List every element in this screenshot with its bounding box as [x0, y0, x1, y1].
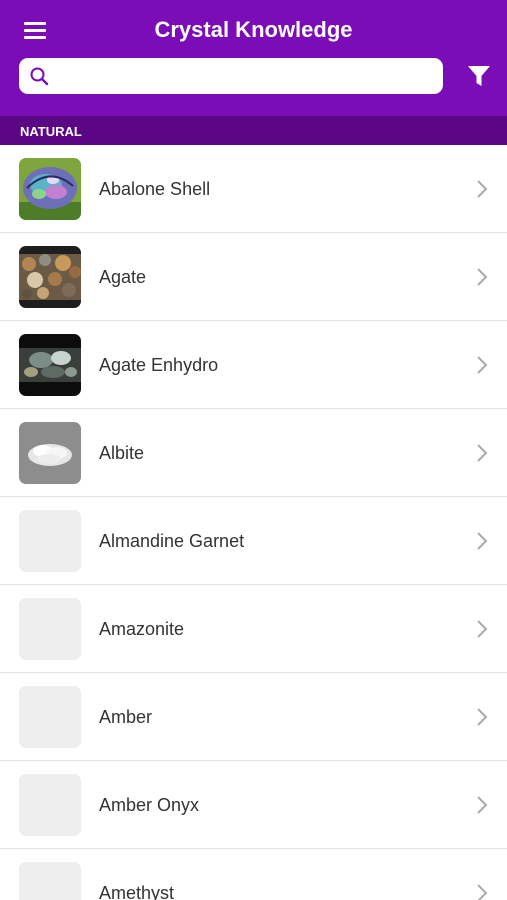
- list-item-almandine-garnet[interactable]: Almandine Garnet: [0, 497, 507, 585]
- list-item-amber-onyx[interactable]: Amber Onyx: [0, 761, 507, 849]
- agate-enhydro-thumbnail: [19, 334, 81, 396]
- filter-icon[interactable]: [466, 63, 492, 89]
- list-item-label: Albite: [99, 443, 145, 463]
- list-item-label: Almandine Garnet: [99, 531, 245, 551]
- image-placeholder: [19, 774, 81, 836]
- list-item-amethyst[interactable]: Amethyst: [0, 849, 507, 900]
- list-item-amber[interactable]: Amber: [0, 673, 507, 761]
- search-box[interactable]: [19, 58, 443, 94]
- agate-thumbnail: [19, 246, 81, 308]
- section-title: NATURAL: [20, 124, 82, 139]
- list-item-amazonite[interactable]: Amazonite: [0, 585, 507, 673]
- list-item-albite[interactable]: Albite: [0, 409, 507, 497]
- chevron-right-icon: [477, 884, 488, 900]
- chevron-right-icon: [477, 620, 488, 638]
- list-item-label: Amazonite: [99, 619, 185, 639]
- list-item-label: Amethyst: [99, 883, 175, 900]
- image-placeholder: [19, 862, 81, 900]
- list-item-agate-enhydro[interactable]: Agate Enhydro: [0, 321, 507, 409]
- list-item-label: Agate: [99, 267, 147, 287]
- chevron-right-icon: [477, 532, 488, 550]
- chevron-right-icon: [477, 708, 488, 726]
- chevron-right-icon: [477, 796, 488, 814]
- search-input[interactable]: [57, 62, 437, 90]
- crystal-list: Abalone Shell Agate Agate Enhydro Albite…: [0, 145, 507, 900]
- list-item-label: Agate Enhydro: [99, 355, 219, 375]
- image-placeholder: [19, 598, 81, 660]
- chevron-right-icon: [477, 444, 488, 462]
- chevron-right-icon: [477, 268, 488, 286]
- image-placeholder: [19, 510, 81, 572]
- list-item-label: Abalone Shell: [99, 179, 211, 199]
- albite-thumbnail: [19, 422, 81, 484]
- chevron-right-icon: [477, 180, 488, 198]
- list-item-label: Amber Onyx: [99, 795, 200, 815]
- abalone-shell-thumbnail: [19, 158, 81, 220]
- search-icon: [30, 67, 49, 86]
- list-item-agate[interactable]: Agate: [0, 233, 507, 321]
- app-header: Crystal Knowledge: [0, 0, 507, 116]
- list-item-label: Amber: [99, 707, 153, 727]
- image-placeholder: [19, 686, 81, 748]
- page-title: Crystal Knowledge: [154, 17, 353, 42]
- list-item-abalone-shell[interactable]: Abalone Shell: [0, 145, 507, 233]
- app-screen: Crystal Knowledge NATURAL Abalone Shell …: [0, 0, 507, 900]
- section-header: NATURAL: [0, 116, 507, 145]
- chevron-right-icon: [477, 356, 488, 374]
